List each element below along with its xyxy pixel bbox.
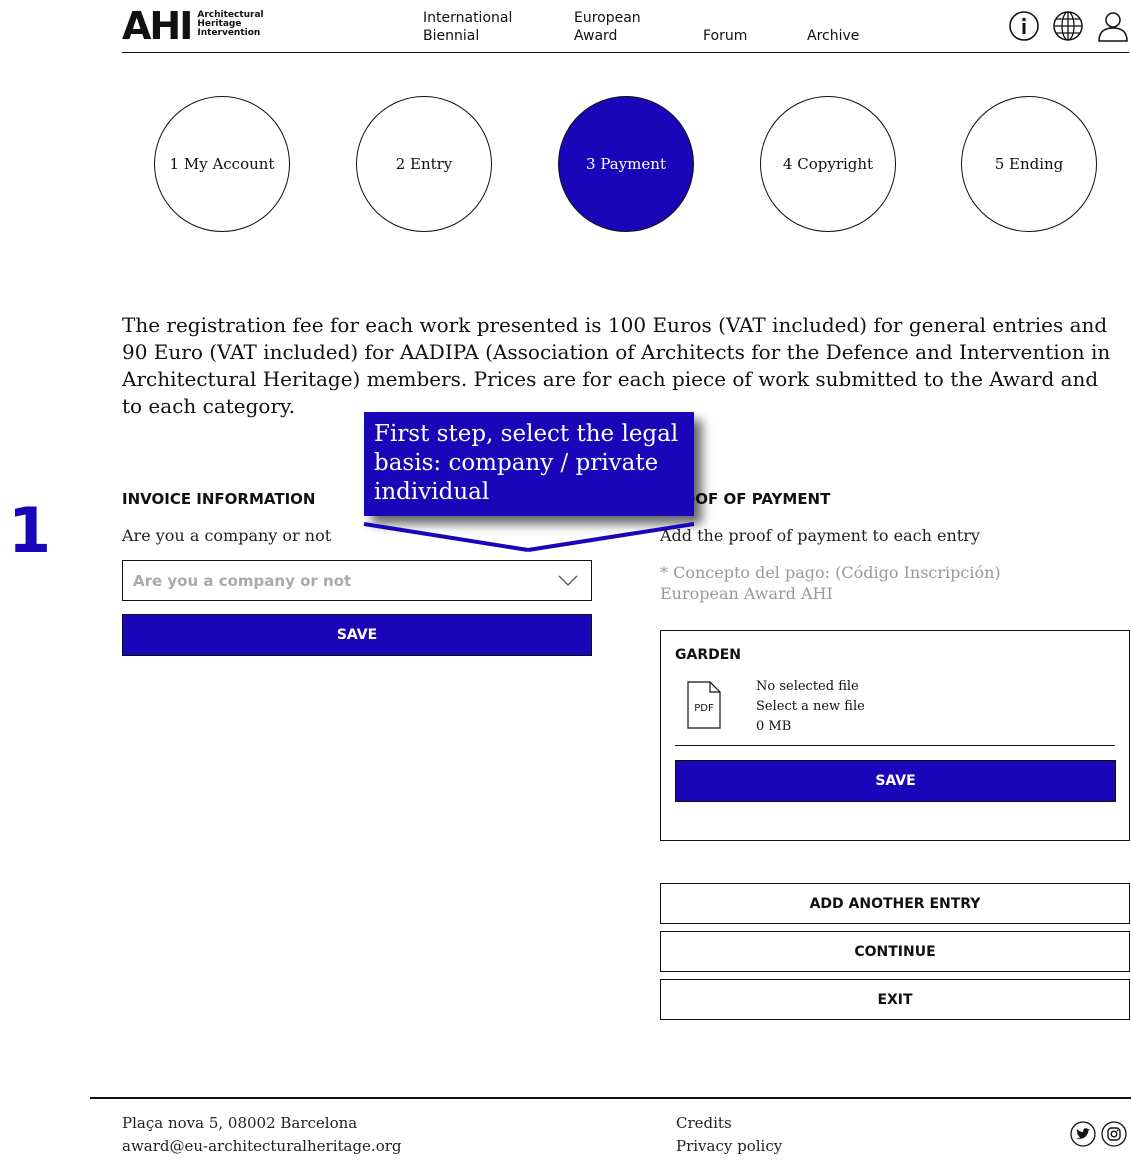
entry-divider (675, 745, 1115, 746)
select-file-link[interactable]: Select a new file (756, 699, 865, 714)
company-select-placeholder: Are you a company or not (133, 571, 352, 590)
file-status: No selected file (756, 679, 859, 694)
footer-contact: Plaça nova 5, 08002 Barcelona award@eu-a… (122, 1112, 402, 1158)
credits-link[interactable]: Credits (676, 1112, 782, 1135)
pdf-file-icon[interactable]: PDF (687, 681, 721, 729)
entry-title: GARDEN (675, 647, 742, 663)
site-header: AHI Architectural Heritage Intervention … (122, 0, 1129, 53)
entry-upload-card: GARDEN PDF No selected file Select a new… (660, 630, 1130, 841)
registration-fee-text: The registration fee for each work prese… (122, 313, 1111, 418)
svg-text:PDF: PDF (694, 703, 714, 714)
nav-international-biennial[interactable]: International Biennial (423, 9, 512, 45)
chevron-down-icon (558, 575, 578, 586)
step-my-account[interactable]: 1 My Account (154, 96, 290, 232)
twitter-icon[interactable] (1070, 1121, 1096, 1147)
logo-text: Architectural Heritage Intervention (197, 10, 264, 38)
footer-address: Plaça nova 5, 08002 Barcelona (122, 1114, 358, 1132)
file-info: No selected file Select a new file 0 MB (756, 677, 865, 737)
exit-button[interactable]: EXIT (660, 979, 1130, 1020)
invoice-save-button[interactable]: SAVE (122, 614, 592, 656)
step-marker: 1 (8, 494, 52, 567)
tutorial-tooltip: First step, select the legal basis: comp… (364, 412, 694, 516)
footer-divider (90, 1097, 1131, 1099)
nav-forum[interactable]: Forum (703, 27, 747, 45)
globe-icon[interactable] (1052, 10, 1084, 42)
privacy-policy-link[interactable]: Privacy policy (676, 1135, 782, 1158)
company-question-label: Are you a company or not (122, 526, 332, 545)
step-entry[interactable]: 2 Entry (356, 96, 492, 232)
payment-instruction: Add the proof of payment to each entry (660, 526, 980, 545)
nav-european-award[interactable]: European Award (574, 9, 641, 45)
user-icon[interactable] (1097, 10, 1129, 42)
file-size: 0 MB (756, 719, 792, 734)
company-select[interactable]: Are you a company or not (122, 560, 592, 601)
ahi-logo[interactable]: AHI Architectural Heritage Intervention (122, 4, 264, 48)
continue-button[interactable]: CONTINUE (660, 931, 1130, 972)
nav-archive[interactable]: Archive (807, 27, 859, 45)
invoice-title: INVOICE INFORMATION (122, 490, 316, 508)
step-ending[interactable]: 5 Ending (961, 96, 1097, 232)
entry-save-button[interactable]: SAVE (675, 760, 1116, 802)
footer-links: Credits Privacy policy (676, 1112, 782, 1158)
logo-mark: AHI (122, 4, 193, 48)
step-payment[interactable]: 3 Payment (558, 96, 694, 232)
info-icon[interactable] (1008, 10, 1040, 42)
step-copyright[interactable]: 4 Copyright (760, 96, 896, 232)
footer-email-link[interactable]: award@eu-architecturalheritage.org (122, 1135, 402, 1158)
instagram-icon[interactable] (1101, 1121, 1127, 1147)
add-another-entry-button[interactable]: ADD ANOTHER ENTRY (660, 883, 1130, 924)
payment-note: * Concepto del pago: (Código Inscripción… (660, 563, 1001, 603)
